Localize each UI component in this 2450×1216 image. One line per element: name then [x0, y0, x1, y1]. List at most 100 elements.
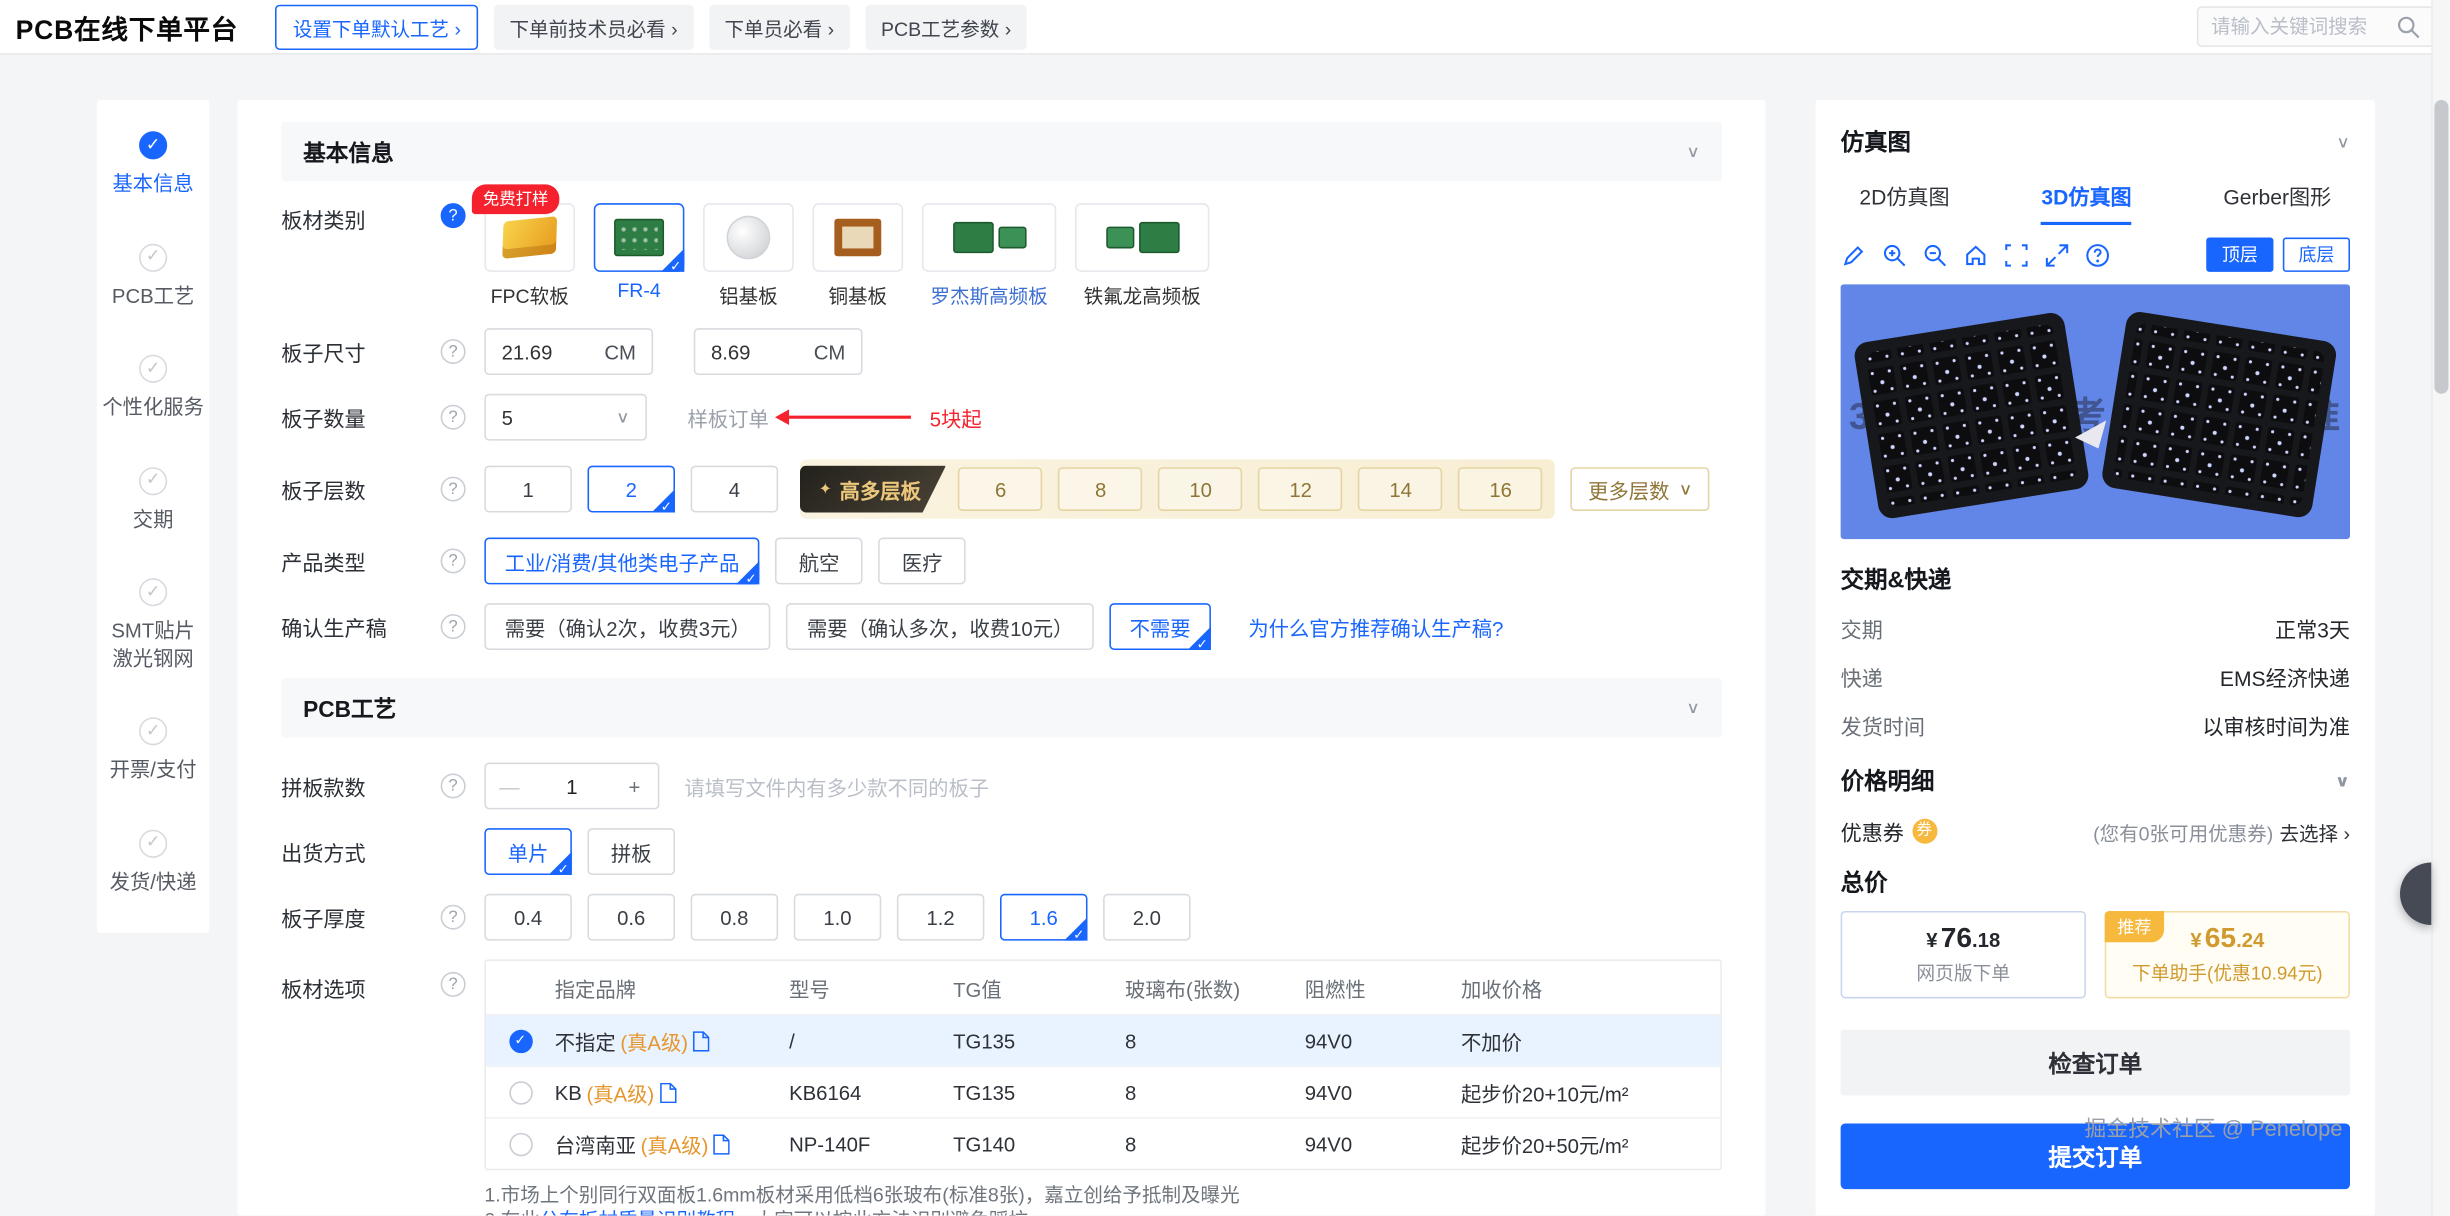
- step-shipping[interactable]: ✓ 发货/快递: [110, 829, 197, 895]
- decrement-button[interactable]: —: [486, 774, 533, 797]
- page-scrollbar[interactable]: [2431, 0, 2450, 1216]
- fullscreen-icon[interactable]: [2044, 241, 2071, 268]
- tab-gerber-preview[interactable]: Gerber图形: [2223, 180, 2331, 225]
- layers-option-16[interactable]: 16: [1458, 467, 1543, 511]
- material-option-fr4[interactable]: FR-4: [593, 203, 685, 302]
- scrollbar-thumb[interactable]: [2434, 100, 2449, 394]
- increment-button[interactable]: +: [611, 774, 658, 797]
- search-box[interactable]: [2196, 6, 2435, 47]
- tab-2d-preview[interactable]: 2D仿真图: [1859, 180, 1949, 225]
- material-option-rogers[interactable]: 罗杰斯高频板: [921, 203, 1057, 309]
- table-row[interactable]: KB (真A级) KB6164 TG135 8 94V0 起步价20+10元/m…: [485, 1065, 1721, 1118]
- pcb-3d-render: [1854, 312, 2337, 519]
- nav-pcb-params[interactable]: PCB工艺参数 ›: [865, 3, 1027, 50]
- fit-view-icon[interactable]: [2003, 241, 2030, 268]
- simulation-header[interactable]: 仿真图 ∨: [1841, 125, 2350, 158]
- layers-option-6[interactable]: 6: [958, 467, 1043, 511]
- document-icon[interactable]: [659, 1082, 677, 1103]
- table-row[interactable]: 不指定 (真A级) / TG135 8 94V0 不加价: [485, 1014, 1721, 1066]
- bottom-layer-button[interactable]: 底层: [2282, 237, 2350, 272]
- 3d-preview-image[interactable]: 3D 图仅供参考，以实物为准: [1840, 284, 2350, 540]
- material-option-aluminum[interactable]: 铝基板: [703, 203, 794, 309]
- layers-option-2[interactable]: 2: [587, 465, 675, 513]
- confirm-multi-option[interactable]: 需要（确认多次，收费10元）: [786, 603, 1094, 650]
- material-option-fpc[interactable]: 免费打样 FPC软板: [471, 184, 575, 309]
- document-icon[interactable]: [713, 1133, 731, 1154]
- top-layer-button[interactable]: 顶层: [2206, 237, 2274, 272]
- thickness-16[interactable]: 1.6: [1000, 893, 1088, 941]
- pencil-icon[interactable]: [1841, 241, 1868, 268]
- thickness-08[interactable]: 0.8: [690, 893, 779, 941]
- help-icon[interactable]: ?: [440, 339, 466, 365]
- thickness-12[interactable]: 1.2: [896, 893, 985, 941]
- step-pcb-process[interactable]: ✓ PCB工艺: [112, 243, 194, 309]
- radio-icon[interactable]: [508, 1132, 533, 1156]
- chevron-down-icon[interactable]: ∨: [1686, 142, 1700, 161]
- web-price: ¥76.18: [1926, 921, 2001, 953]
- radio-icon[interactable]: [508, 1080, 533, 1104]
- more-layers-button[interactable]: 更多层数 ∨: [1570, 467, 1710, 511]
- step-personalized-service[interactable]: ✓ 个性化服务: [102, 354, 204, 421]
- layers-option-1[interactable]: 1: [484, 465, 572, 513]
- confirm-none-option[interactable]: 不需要: [1109, 603, 1211, 650]
- help-icon[interactable]: ?: [440, 904, 466, 930]
- simulation-title: 仿真图: [1840, 129, 1911, 157]
- help-icon[interactable]: [2084, 241, 2111, 268]
- help-icon[interactable]: ?: [440, 971, 466, 997]
- nav-technician-guide[interactable]: 下单前技术员必看 ›: [493, 3, 694, 50]
- layers-option-12[interactable]: 12: [1258, 467, 1343, 511]
- step-basic-info[interactable]: ✓ 基本信息: [112, 131, 194, 197]
- layers-option-8[interactable]: 8: [1058, 467, 1143, 511]
- step-smt-stencil[interactable]: ✓ SMT贴片 激光钢网: [111, 578, 195, 672]
- product-type-aviation[interactable]: 航空: [775, 537, 863, 585]
- price-detail-header[interactable]: 价格明细 ∨: [1841, 764, 2350, 797]
- basic-info-section-header[interactable]: 基本信息 ∨: [281, 121, 1722, 182]
- table-row[interactable]: 台湾南亚 (真A级) NP-140F TG140 8 94V0 起步价20+50…: [485, 1117, 1721, 1169]
- document-icon[interactable]: [693, 1030, 710, 1051]
- why-confirm-link[interactable]: 为什么官方推荐确认生产稿?: [1248, 612, 1503, 642]
- chevron-down-icon[interactable]: ∨: [1686, 699, 1700, 718]
- assistant-price-option[interactable]: 推荐 ¥65.24 下单助手(优惠10.94元): [2104, 910, 2350, 999]
- choose-coupon-link[interactable]: 去选择 ›: [2279, 816, 2350, 846]
- floating-widget[interactable]: [2400, 862, 2432, 925]
- home-icon[interactable]: [1963, 241, 1990, 268]
- chevron-down-icon[interactable]: ∨: [2335, 771, 2350, 790]
- thickness-10[interactable]: 1.0: [793, 893, 882, 941]
- thickness-04[interactable]: 0.4: [484, 893, 572, 941]
- layers-option-4[interactable]: 4: [690, 465, 779, 513]
- material-option-teflon[interactable]: 铁氟龙高频板: [1075, 203, 1210, 309]
- thickness-20[interactable]: 2.0: [1103, 893, 1191, 941]
- zoom-in-icon[interactable]: [1881, 241, 1908, 268]
- search-input[interactable]: [2210, 15, 2386, 38]
- help-icon[interactable]: ?: [440, 548, 466, 574]
- chevron-down-icon[interactable]: ∨: [2336, 132, 2350, 151]
- layers-option-10[interactable]: 10: [1158, 467, 1243, 511]
- quantity-select[interactable]: 5 ∨: [484, 393, 647, 441]
- board-width-input[interactable]: 21.69 CM: [484, 328, 654, 375]
- help-icon[interactable]: ?: [440, 614, 466, 640]
- web-price-option[interactable]: ¥76.18 网页版下单: [1840, 910, 2086, 999]
- product-type-industrial[interactable]: 工业/消费/其他类电子产品: [484, 537, 761, 585]
- nav-order-clerk-guide[interactable]: 下单员必看 ›: [708, 3, 850, 50]
- panel-count-value[interactable]: 1: [533, 774, 611, 797]
- ship-mode-panel[interactable]: 拼板: [587, 828, 675, 875]
- check-order-button[interactable]: 检查订单: [1840, 1029, 2350, 1096]
- layers-option-14[interactable]: 14: [1358, 467, 1443, 511]
- help-icon[interactable]: ?: [440, 203, 466, 229]
- product-type-medical[interactable]: 医疗: [878, 537, 966, 585]
- help-icon[interactable]: ?: [440, 476, 466, 502]
- radio-checked-icon[interactable]: [508, 1028, 533, 1053]
- material-option-copper[interactable]: 铜基板: [812, 203, 904, 309]
- step-invoice-payment[interactable]: ✓ 开票/支付: [110, 717, 197, 784]
- thickness-06[interactable]: 0.6: [587, 893, 675, 941]
- step-lead-time[interactable]: ✓ 交期: [133, 466, 173, 533]
- ship-mode-single[interactable]: 单片: [484, 828, 572, 875]
- tab-3d-preview[interactable]: 3D仿真图: [2041, 180, 2132, 225]
- zoom-out-icon[interactable]: [1922, 241, 1949, 268]
- board-height-input[interactable]: 8.69 CM: [693, 328, 863, 375]
- set-default-process-button[interactable]: 设置下单默认工艺 ›: [275, 3, 479, 50]
- confirm-once-option[interactable]: 需要（确认2次，收费3元）: [484, 603, 772, 650]
- pcb-process-section-header[interactable]: PCB工艺 ∨: [281, 678, 1722, 738]
- help-icon[interactable]: ?: [440, 773, 466, 799]
- help-icon[interactable]: ?: [440, 404, 466, 430]
